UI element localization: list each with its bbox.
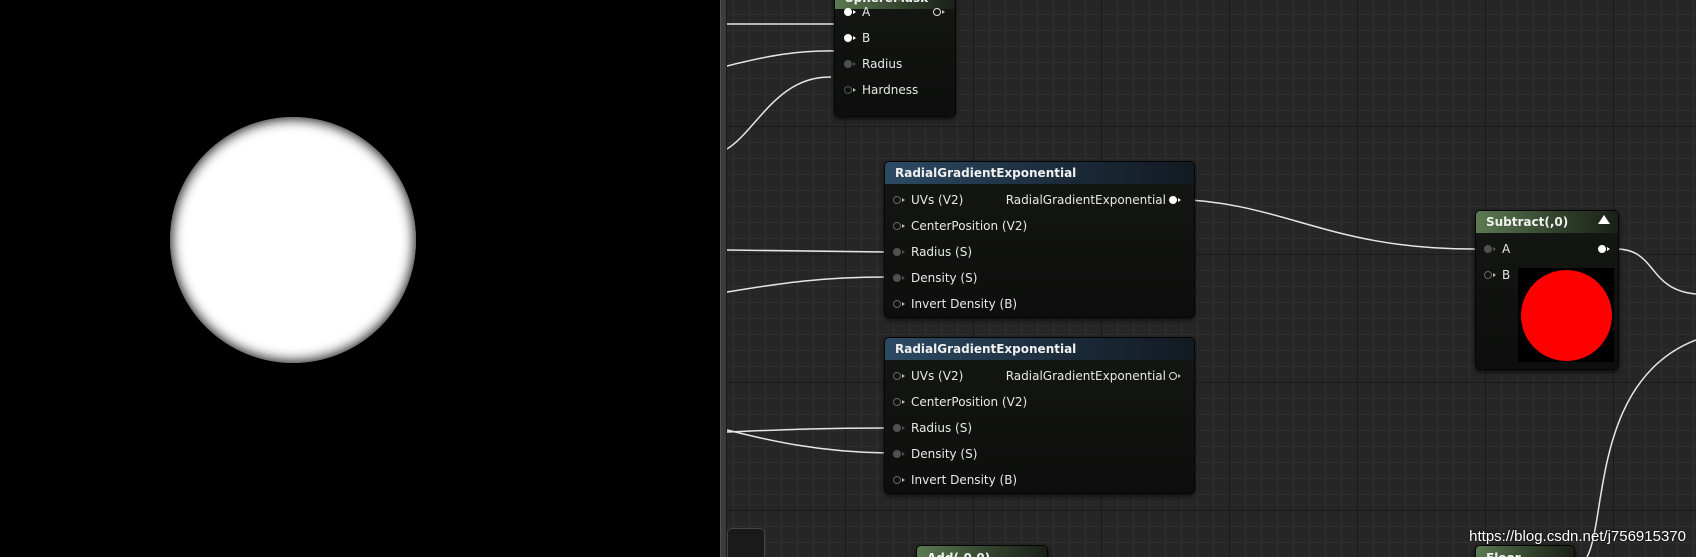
input-pin-icon[interactable]: [893, 300, 905, 308]
collapse-arrow-icon[interactable]: [1598, 215, 1610, 224]
input-pin-icon[interactable]: [1484, 245, 1496, 253]
output-pin-icon[interactable]: [1169, 196, 1181, 204]
node-floor[interactable]: Floor: [1475, 545, 1575, 557]
input-pin-icon[interactable]: [893, 476, 905, 484]
graph-canvas[interactable]: SphereMask A B Radius Hardness RadialGra…: [727, 0, 1696, 557]
wire-rge1-density: [727, 276, 888, 293]
pin-label: CenterPosition (V2): [911, 395, 1028, 409]
input-pin-icon[interactable]: [893, 196, 905, 204]
node-stub-left[interactable]: [727, 528, 765, 557]
input-pin-icon[interactable]: [1484, 271, 1496, 279]
output-label: RadialGradientExponential: [1005, 193, 1166, 207]
pin-label: Invert Density (B): [911, 297, 1018, 311]
pin-label: Radius: [862, 57, 903, 71]
output-pin-icon[interactable]: [933, 8, 945, 16]
wire-floor-up: [1586, 339, 1696, 557]
input-pin-icon[interactable]: [844, 60, 856, 68]
preview-red-ball: [1521, 270, 1612, 361]
pin-label: B: [1502, 268, 1511, 282]
pin-label: B: [862, 31, 871, 45]
pin-label: Radius (S): [911, 245, 973, 259]
node-radialgradientexponential-2[interactable]: RadialGradientExponential UVs (V2) Radia…: [884, 337, 1195, 494]
node-radialgradientexponential-1[interactable]: RadialGradientExponential UVs (V2) Radia…: [884, 161, 1195, 318]
node-add[interactable]: Add(,0,0): [916, 545, 1048, 557]
input-pin-icon[interactable]: [893, 372, 905, 380]
input-pin-icon[interactable]: [893, 424, 905, 432]
node-title: Floor: [1476, 546, 1574, 557]
pin-label: Hardness: [862, 83, 919, 97]
watermark-text: https://blog.csdn.net/j756915370: [1469, 528, 1686, 545]
pin-label: Density (S): [911, 271, 978, 285]
node-spheremask[interactable]: SphereMask A B Radius Hardness: [834, 0, 956, 117]
pin-label: A: [862, 5, 871, 19]
input-pin-icon[interactable]: [893, 248, 905, 256]
pin-label: CenterPosition (V2): [911, 219, 1028, 233]
node-title: RadialGradientExponential: [885, 338, 1194, 360]
pin-label: UVs (V2): [911, 369, 964, 383]
input-pin-icon[interactable]: [844, 86, 856, 94]
node-subtract[interactable]: Subtract(,0) A B: [1475, 210, 1619, 370]
preview-viewport[interactable]: [0, 0, 720, 557]
wire-spheremask-radius: [727, 76, 832, 150]
material-editor: SphereMask A B Radius Hardness RadialGra…: [0, 0, 1696, 557]
wire-subtract-out: [1614, 248, 1696, 295]
input-pin-icon[interactable]: [893, 222, 905, 230]
output-pin-icon[interactable]: [1169, 372, 1181, 380]
input-pin-icon[interactable]: [893, 274, 905, 282]
wire-spheremask-b: [727, 50, 840, 67]
node-title: RadialGradientExponential: [885, 162, 1194, 184]
pin-label: Radius (S): [911, 421, 973, 435]
panel-splitter[interactable]: [720, 0, 727, 557]
pin-label: A: [1502, 242, 1511, 256]
node-title: Subtract(,0): [1476, 211, 1618, 233]
wire-rge2-radius1: [727, 427, 888, 433]
preview-sphere: [170, 117, 416, 363]
wire-rge1-to-subtract-a: [1171, 198, 1480, 250]
input-pin-icon[interactable]: [893, 398, 905, 406]
input-pin-icon[interactable]: [844, 8, 856, 16]
pin-label: Invert Density (B): [911, 473, 1018, 487]
output-pin-icon[interactable]: [1598, 245, 1610, 253]
node-title: Add(,0,0): [917, 546, 1047, 557]
pin-label: UVs (V2): [911, 193, 964, 207]
wire-rge1-radius: [727, 249, 888, 253]
pin-label: Density (S): [911, 447, 978, 461]
input-pin-icon[interactable]: [893, 450, 905, 458]
input-pin-icon[interactable]: [844, 34, 856, 42]
node-preview-swatch: [1518, 268, 1614, 362]
output-label: RadialGradientExponential: [1005, 369, 1166, 383]
wire-rge2-density: [727, 429, 888, 454]
